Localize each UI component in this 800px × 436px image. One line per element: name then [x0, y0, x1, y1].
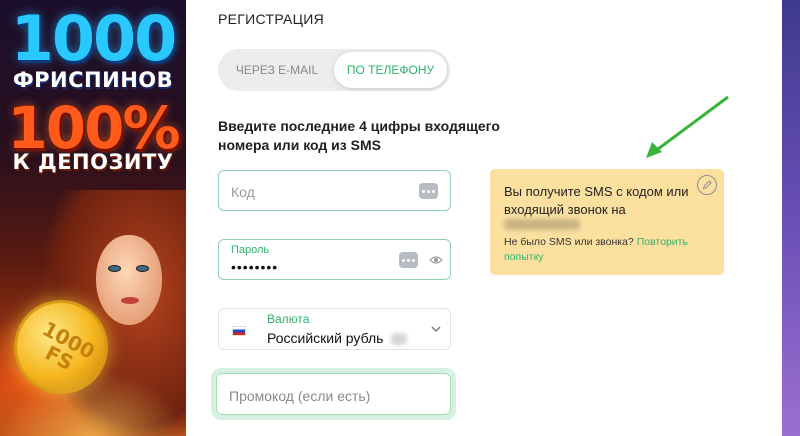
- currency-symbol-blurred: [391, 333, 407, 345]
- page-title: РЕГИСТРАЦИЯ: [218, 11, 325, 27]
- code-field[interactable]: Код: [218, 170, 451, 211]
- password-value: ••••••••: [231, 259, 279, 275]
- promo-code-input-border: Промокод (если есть): [216, 373, 451, 415]
- background-gradient: [782, 0, 800, 436]
- character-lips: [121, 297, 139, 304]
- promo-code-field[interactable]: Промокод (если есть): [211, 368, 456, 420]
- info-text: Вы получите SMS с кодом или входящий зво…: [504, 184, 689, 217]
- edit-icon[interactable]: [697, 175, 717, 195]
- tab-phone[interactable]: ПО ТЕЛЕФОНУ: [334, 52, 447, 88]
- currency-label: Валюта: [267, 312, 310, 326]
- promo-big-number: 1000: [10, 2, 178, 75]
- instruction-text: Введите последние 4 цифры входящего номе…: [218, 118, 500, 153]
- promo-banner: 1000 FS 1000 ФРИСПИНОВ 100% К ДЕПОЗИТУ: [0, 0, 186, 436]
- promo-character-face: [96, 235, 162, 325]
- no-sms-text: Не было SMS или звонка?: [504, 236, 634, 248]
- code-placeholder: Код: [231, 184, 255, 200]
- registration-panel: РЕГИСТРАЦИЯ ЧЕРЕЗ E-MAIL ПО ТЕЛЕФОНУ Вве…: [186, 0, 782, 436]
- info-retry-line: Не было SMS или звонка? Повторить попытк…: [504, 235, 709, 265]
- promo-code-placeholder: Промокод (если есть): [229, 388, 371, 404]
- promo-fire-glow: [0, 370, 186, 436]
- currency-select[interactable]: Валюта Российский рубль: [218, 308, 451, 350]
- dots-icon[interactable]: [399, 252, 418, 268]
- ru-flag-icon: [232, 326, 246, 336]
- tab-email[interactable]: ЧЕРЕЗ E-MAIL: [221, 52, 333, 88]
- sms-info-box: Вы получите SMS с кодом или входящий зво…: [490, 169, 724, 275]
- password-label: Пароль: [231, 244, 270, 256]
- phone-number-blurred: [504, 219, 580, 230]
- chevron-down-icon[interactable]: [430, 324, 442, 334]
- promo-deposit-text: К ДЕПОЗИТУ: [12, 150, 174, 174]
- character-eye-left: [108, 265, 121, 272]
- password-field[interactable]: Пароль ••••••••: [218, 239, 451, 280]
- arrow-icon: [646, 95, 729, 158]
- promo-freespins-text: ФРИСПИНОВ: [12, 68, 174, 92]
- currency-value: Российский рубль: [267, 330, 384, 346]
- character-eye-right: [136, 265, 149, 272]
- dots-icon[interactable]: [419, 183, 438, 199]
- registration-method-tabs: ЧЕРЕЗ E-MAIL ПО ТЕЛЕФОНУ: [218, 49, 450, 91]
- eye-icon[interactable]: [429, 254, 443, 266]
